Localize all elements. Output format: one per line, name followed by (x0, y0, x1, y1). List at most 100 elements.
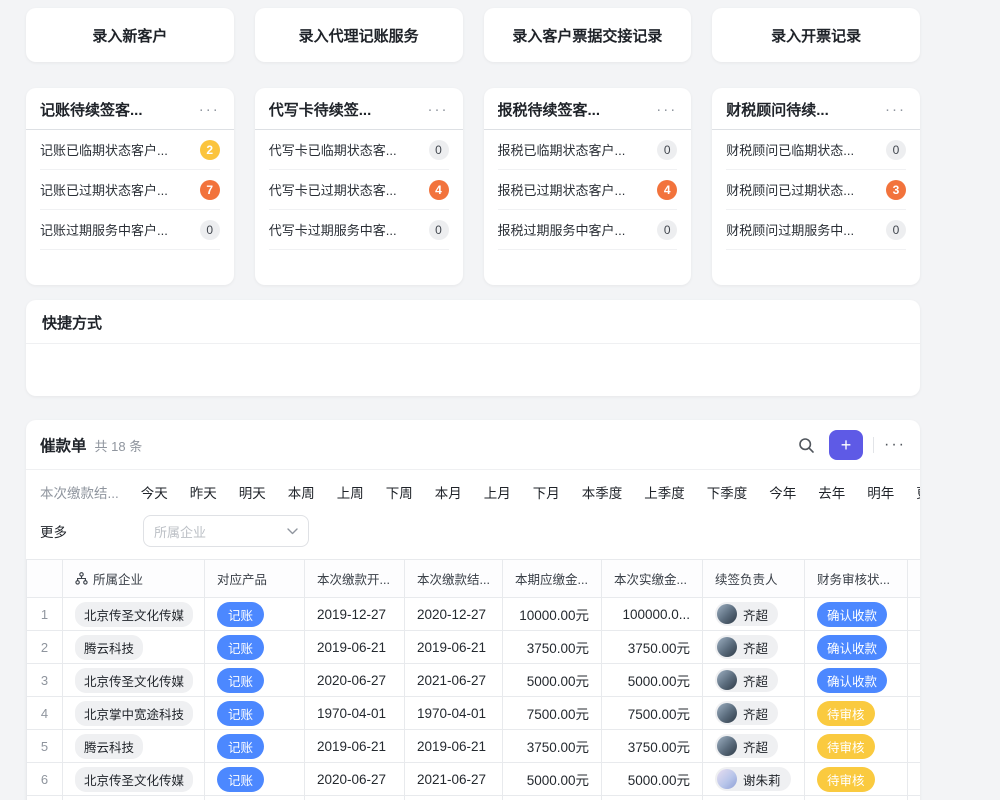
company-tag[interactable]: 北京传圣文化传媒 (75, 767, 193, 792)
amount-due-cell[interactable] (503, 796, 602, 800)
quick-filter-option-4[interactable]: 本周 (288, 482, 315, 502)
status-badge[interactable]: 确认收款 (817, 635, 887, 660)
amount-paid-cell[interactable]: 3750.00元 (602, 730, 703, 763)
enterprise-filter-select[interactable]: 所属企业 (143, 515, 309, 547)
quick-filter-option-13[interactable]: 今年 (769, 482, 796, 502)
amount-due-cell[interactable]: 7500.00元 (503, 697, 602, 730)
person-tag[interactable]: 齐超 (715, 602, 778, 626)
product-cell[interactable]: 记账 (205, 631, 305, 664)
payment-start-date-cell[interactable] (305, 796, 405, 800)
payment-start-date-cell[interactable]: 2020-06-27 (305, 664, 405, 697)
action-button-2[interactable]: 录入代理记账服务 (255, 8, 463, 62)
payment-start-date-cell[interactable]: 1970-04-01 (305, 697, 405, 730)
amount-paid-cell[interactable]: 5000.00元 (602, 763, 703, 796)
summary-list-item[interactable]: 代写卡已过期状态客...4 (269, 170, 449, 210)
summary-list-item[interactable]: 记账已临期状态客户...2 (40, 130, 220, 170)
payment-end-date-cell[interactable]: 2020-12-27 (405, 598, 503, 631)
company-tag[interactable]: 北京传圣文化传媒 (75, 668, 193, 693)
company-cell[interactable]: 北京传圣文化传媒 (63, 598, 205, 631)
quick-filter-option-14[interactable]: 去年 (818, 482, 845, 502)
company-cell[interactable]: 北京掌中宽途科技 (63, 796, 205, 800)
summary-list-item[interactable]: 报税已过期状态客户...4 (498, 170, 678, 210)
quick-filter-option-10[interactable]: 本季度 (582, 482, 623, 502)
action-button-1[interactable]: 录入新客户 (26, 8, 234, 62)
product-cell[interactable]: 记账 (205, 664, 305, 697)
summary-list-item[interactable]: 财税顾问已过期状态...3 (726, 170, 906, 210)
quick-filter-option-5[interactable]: 上周 (337, 482, 364, 502)
audit-status-cell[interactable]: 待审核 (805, 730, 908, 763)
column-header-4[interactable]: 本次缴款结... (405, 560, 503, 598)
amount-paid-cell[interactable] (602, 796, 703, 800)
status-badge[interactable]: 待审核 (817, 734, 875, 759)
amount-due-cell[interactable]: 5000.00元 (503, 763, 602, 796)
more-dots-icon[interactable]: ··· (656, 102, 677, 117)
column-header-6[interactable]: 本次实缴金... (602, 560, 703, 598)
company-cell[interactable]: 北京传圣文化传媒 (63, 763, 205, 796)
amount-due-cell[interactable]: 3750.00元 (503, 730, 602, 763)
more-dots-icon[interactable]: ··· (428, 102, 449, 117)
audit-status-cell[interactable]: 确认收款 (805, 796, 908, 800)
column-header-8[interactable]: 财务审核状... (805, 560, 908, 598)
amount-due-cell[interactable]: 3750.00元 (503, 631, 602, 664)
summary-list-item[interactable]: 报税过期服务中客户...0 (498, 210, 678, 250)
summary-list-item[interactable]: 财税顾问过期服务中...0 (726, 210, 906, 250)
quick-filter-option-1[interactable]: 今天 (141, 482, 168, 502)
column-header-5[interactable]: 本期应缴金... (503, 560, 602, 598)
renewal-owner-cell[interactable]: 齐超 (703, 697, 805, 730)
audit-status-cell[interactable]: 待审核 (805, 763, 908, 796)
product-cell[interactable]: 记账 (205, 763, 305, 796)
quick-filter-option-6[interactable]: 下周 (386, 482, 413, 502)
product-cell[interactable]: 记账 (205, 730, 305, 763)
quick-filter-option-12[interactable]: 下季度 (707, 482, 748, 502)
more-dots-icon[interactable]: ··· (885, 102, 906, 117)
payment-end-date-cell[interactable]: 2019-06-21 (405, 631, 503, 664)
audit-status-cell[interactable]: 待审核 (805, 697, 908, 730)
audit-status-cell[interactable]: 确认收款 (805, 664, 908, 697)
person-tag[interactable]: 齐超 (715, 734, 778, 758)
summary-list-item[interactable]: 财税顾问已临期状态...0 (726, 130, 906, 170)
status-badge[interactable]: 确认收款 (817, 602, 887, 627)
summary-list-item[interactable]: 代写卡过期服务中客...0 (269, 210, 449, 250)
payment-end-date-cell[interactable]: 2021-06-27 (405, 664, 503, 697)
column-header-3[interactable]: 本次缴款开... (305, 560, 405, 598)
quick-filter-option-7[interactable]: 本月 (435, 482, 462, 502)
quick-filter-option-2[interactable]: 昨天 (190, 482, 217, 502)
search-icon[interactable] (793, 432, 819, 458)
payment-start-date-cell[interactable]: 2019-06-21 (305, 631, 405, 664)
column-header-1[interactable]: 所属企业 (63, 560, 205, 598)
status-badge[interactable]: 待审核 (817, 767, 875, 792)
status-badge[interactable]: 确认收款 (817, 668, 887, 693)
person-tag[interactable]: 谢朱莉 (715, 767, 791, 791)
company-tag[interactable]: 北京传圣文化传媒 (75, 602, 193, 627)
product-tag[interactable]: 记账 (217, 635, 264, 660)
quick-filter-option-11[interactable]: 上季度 (644, 482, 685, 502)
add-record-button[interactable]: + (829, 430, 863, 460)
renewal-owner-cell[interactable]: 齐超 (703, 598, 805, 631)
product-cell[interactable]: 记账 (205, 598, 305, 631)
product-tag[interactable]: 记账 (217, 767, 264, 792)
column-header-2[interactable]: 对应产品 (205, 560, 305, 598)
quick-filter-option-15[interactable]: 明年 (867, 482, 894, 502)
panel-more-menu-icon[interactable]: ··· (884, 436, 906, 454)
product-tag[interactable]: 记账 (217, 668, 264, 693)
person-tag[interactable]: 齐超 (715, 635, 778, 659)
company-cell[interactable]: 腾云科技 (63, 730, 205, 763)
payment-end-date-cell[interactable]: 2021-06-27 (405, 763, 503, 796)
product-tag[interactable]: 记账 (217, 701, 264, 726)
column-header-7[interactable]: 续签负责人 (703, 560, 805, 598)
summary-list-item[interactable]: 记账过期服务中客户...0 (40, 210, 220, 250)
product-tag[interactable]: 记账 (217, 602, 264, 627)
summary-list-item[interactable]: 代写卡已临期状态客...0 (269, 130, 449, 170)
action-button-3[interactable]: 录入客户票据交接记录 (484, 8, 692, 62)
audit-status-cell[interactable]: 确认收款 (805, 631, 908, 664)
summary-list-item[interactable]: 报税已临期状态客户...0 (498, 130, 678, 170)
audit-status-cell[interactable]: 确认收款 (805, 598, 908, 631)
amount-paid-cell[interactable]: 5000.00元 (602, 664, 703, 697)
quick-filter-more-link[interactable]: 更多 (916, 482, 920, 502)
company-tag[interactable]: 腾云科技 (75, 635, 143, 660)
column-header-num[interactable] (27, 560, 63, 598)
summary-list-item[interactable]: 记账已过期状态客户...7 (40, 170, 220, 210)
payment-start-date-cell[interactable]: 2020-06-27 (305, 763, 405, 796)
more-dots-icon[interactable]: ··· (199, 102, 220, 117)
renewal-owner-cell[interactable]: 齐超 (703, 631, 805, 664)
